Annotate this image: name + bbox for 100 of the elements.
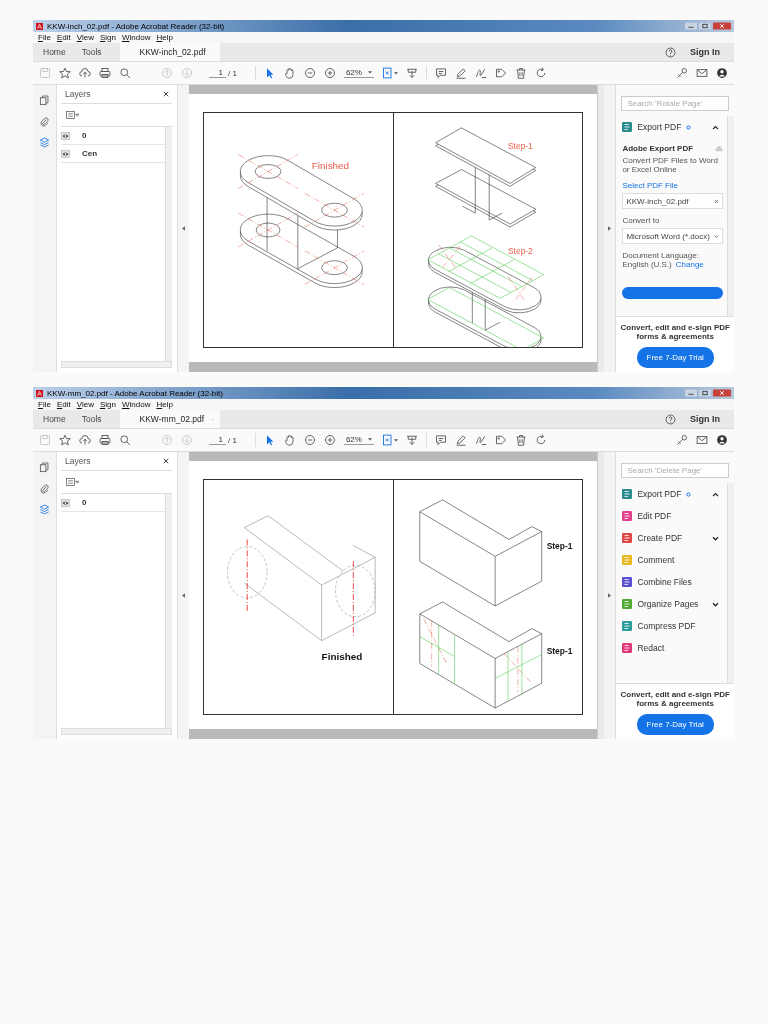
caret-icon[interactable]	[393, 438, 398, 442]
print-icon[interactable]	[99, 434, 111, 446]
minimize-icon[interactable]	[685, 389, 697, 397]
zoom-dropdown[interactable]: 62%	[343, 435, 374, 445]
gear-icon[interactable]	[686, 491, 692, 497]
scrollbar[interactable]	[597, 85, 605, 372]
scrollbar[interactable]	[597, 452, 605, 739]
tool-item[interactable]: Edit PDF	[622, 505, 723, 527]
menu-item[interactable]: Window	[121, 400, 151, 409]
sign-in-button[interactable]: Sign In	[690, 414, 720, 424]
zoom-out-icon[interactable]	[303, 67, 316, 79]
tool-item[interactable]: Combine Files	[622, 571, 723, 593]
mail-icon[interactable]	[696, 434, 708, 446]
help-icon[interactable]	[665, 46, 676, 58]
tool-item[interactable]: Redact	[622, 637, 723, 659]
expand-right-icon[interactable]	[608, 226, 612, 231]
tab[interactable]: KKW-mm_02.pdf	[119, 410, 220, 428]
tab[interactable]: KKW-inch_02.pdf	[119, 43, 220, 61]
search-field[interactable]: Search 'Rotate Page'	[621, 96, 729, 111]
pages-icon[interactable]	[38, 95, 50, 106]
layer-name[interactable]: 0	[81, 131, 87, 140]
scrollbar[interactable]	[60, 728, 172, 735]
hand-icon[interactable]	[283, 434, 296, 446]
scroll-mode-icon[interactable]	[405, 434, 418, 446]
scrollbar[interactable]	[164, 127, 172, 361]
layers-icon[interactable]	[38, 504, 50, 515]
scrollbar[interactable]	[727, 116, 734, 316]
scroll-mode-icon[interactable]	[405, 67, 418, 79]
comment-icon[interactable]	[434, 434, 447, 446]
collapse-left-icon[interactable]	[182, 593, 185, 598]
layers-icon[interactable]	[38, 137, 50, 148]
page-number-field[interactable]: 1	[209, 68, 226, 78]
tab[interactable]: Home	[35, 410, 74, 428]
help-icon[interactable]	[665, 413, 676, 425]
scrollbar[interactable]	[164, 494, 172, 728]
mail-icon[interactable]	[696, 67, 708, 79]
paperclip-icon[interactable]	[38, 116, 50, 127]
tag-icon[interactable]	[494, 434, 507, 446]
free-trial-button[interactable]: Free 7-Day Trial	[636, 347, 714, 368]
gear-icon[interactable]	[686, 124, 692, 130]
menu-item[interactable]: Sign	[99, 400, 116, 409]
format-dropdown[interactable]: Microsoft Word (*.docx)	[622, 228, 723, 244]
tab[interactable]: Home	[35, 43, 74, 61]
scrollbar[interactable]	[727, 483, 734, 683]
menu-item[interactable]: View	[76, 33, 94, 42]
eye-icon[interactable]	[60, 149, 70, 158]
chevron-up-icon[interactable]	[712, 124, 719, 130]
tab[interactable]: Tools	[73, 43, 110, 61]
pen-icon[interactable]	[454, 434, 467, 446]
signature-icon[interactable]	[474, 67, 487, 79]
tool-item[interactable]: Create PDF	[622, 527, 723, 549]
account-icon[interactable]	[716, 434, 728, 446]
caret-icon[interactable]	[393, 71, 398, 75]
chevron-down-icon[interactable]	[712, 535, 719, 541]
zoom-in-icon[interactable]	[323, 67, 336, 79]
tool-item[interactable]: Compress PDF	[622, 615, 723, 637]
free-trial-button[interactable]: Free 7-Day Trial	[636, 714, 714, 735]
tag-icon[interactable]	[494, 67, 507, 79]
menu-item[interactable]: Help	[156, 33, 173, 42]
maximize-icon[interactable]	[699, 22, 711, 30]
print-icon[interactable]	[99, 67, 111, 79]
zoom-dropdown[interactable]: 62%	[343, 68, 374, 78]
scrollbar[interactable]	[60, 361, 172, 368]
page-number-field[interactable]: 1	[209, 435, 226, 445]
layer-name[interactable]: 0	[81, 498, 87, 507]
search-icon[interactable]	[119, 67, 131, 79]
star-icon[interactable]	[59, 67, 71, 79]
trash-icon[interactable]	[514, 67, 527, 79]
tool-item[interactable]: Organize Pages	[622, 593, 723, 615]
minimize-icon[interactable]	[685, 22, 697, 30]
zoom-in-icon[interactable]	[323, 434, 336, 446]
cloud-upload-icon[interactable]	[79, 67, 91, 79]
signature-icon[interactable]	[474, 434, 487, 446]
rotate-icon[interactable]	[534, 434, 547, 446]
menu-item[interactable]: Edit	[56, 400, 71, 409]
pen-icon[interactable]	[454, 67, 467, 79]
tool-item[interactable]: Comment	[622, 549, 723, 571]
hand-icon[interactable]	[283, 67, 296, 79]
select-file-link[interactable]: Select PDF File	[622, 181, 723, 190]
fit-page-icon[interactable]	[381, 67, 394, 79]
paperclip-icon[interactable]	[38, 483, 50, 494]
tool-item[interactable]: Export PDF	[622, 116, 723, 138]
menu-item[interactable]: Sign	[99, 33, 116, 42]
trash-icon[interactable]	[514, 434, 527, 446]
tab[interactable]: Tools	[73, 410, 110, 428]
tool-item[interactable]: Export PDF	[622, 483, 723, 505]
menu-item[interactable]: Window	[121, 33, 151, 42]
account-icon[interactable]	[716, 67, 728, 79]
layer-name[interactable]: Cen	[81, 149, 98, 158]
collapse-left-icon[interactable]	[182, 226, 185, 231]
convert-button[interactable]	[622, 287, 723, 299]
pages-icon[interactable]	[38, 462, 50, 473]
chevron-down-icon[interactable]	[712, 601, 719, 607]
menu-item[interactable]: Edit	[56, 33, 71, 42]
zoom-out-icon[interactable]	[303, 434, 316, 446]
cloud-upload-icon[interactable]	[79, 434, 91, 446]
sign-in-button[interactable]: Sign In	[690, 47, 720, 57]
chevron-up-icon[interactable]	[712, 491, 719, 497]
maximize-icon[interactable]	[699, 389, 711, 397]
file-field[interactable]: KKW-inch_02.pdf	[622, 193, 723, 209]
